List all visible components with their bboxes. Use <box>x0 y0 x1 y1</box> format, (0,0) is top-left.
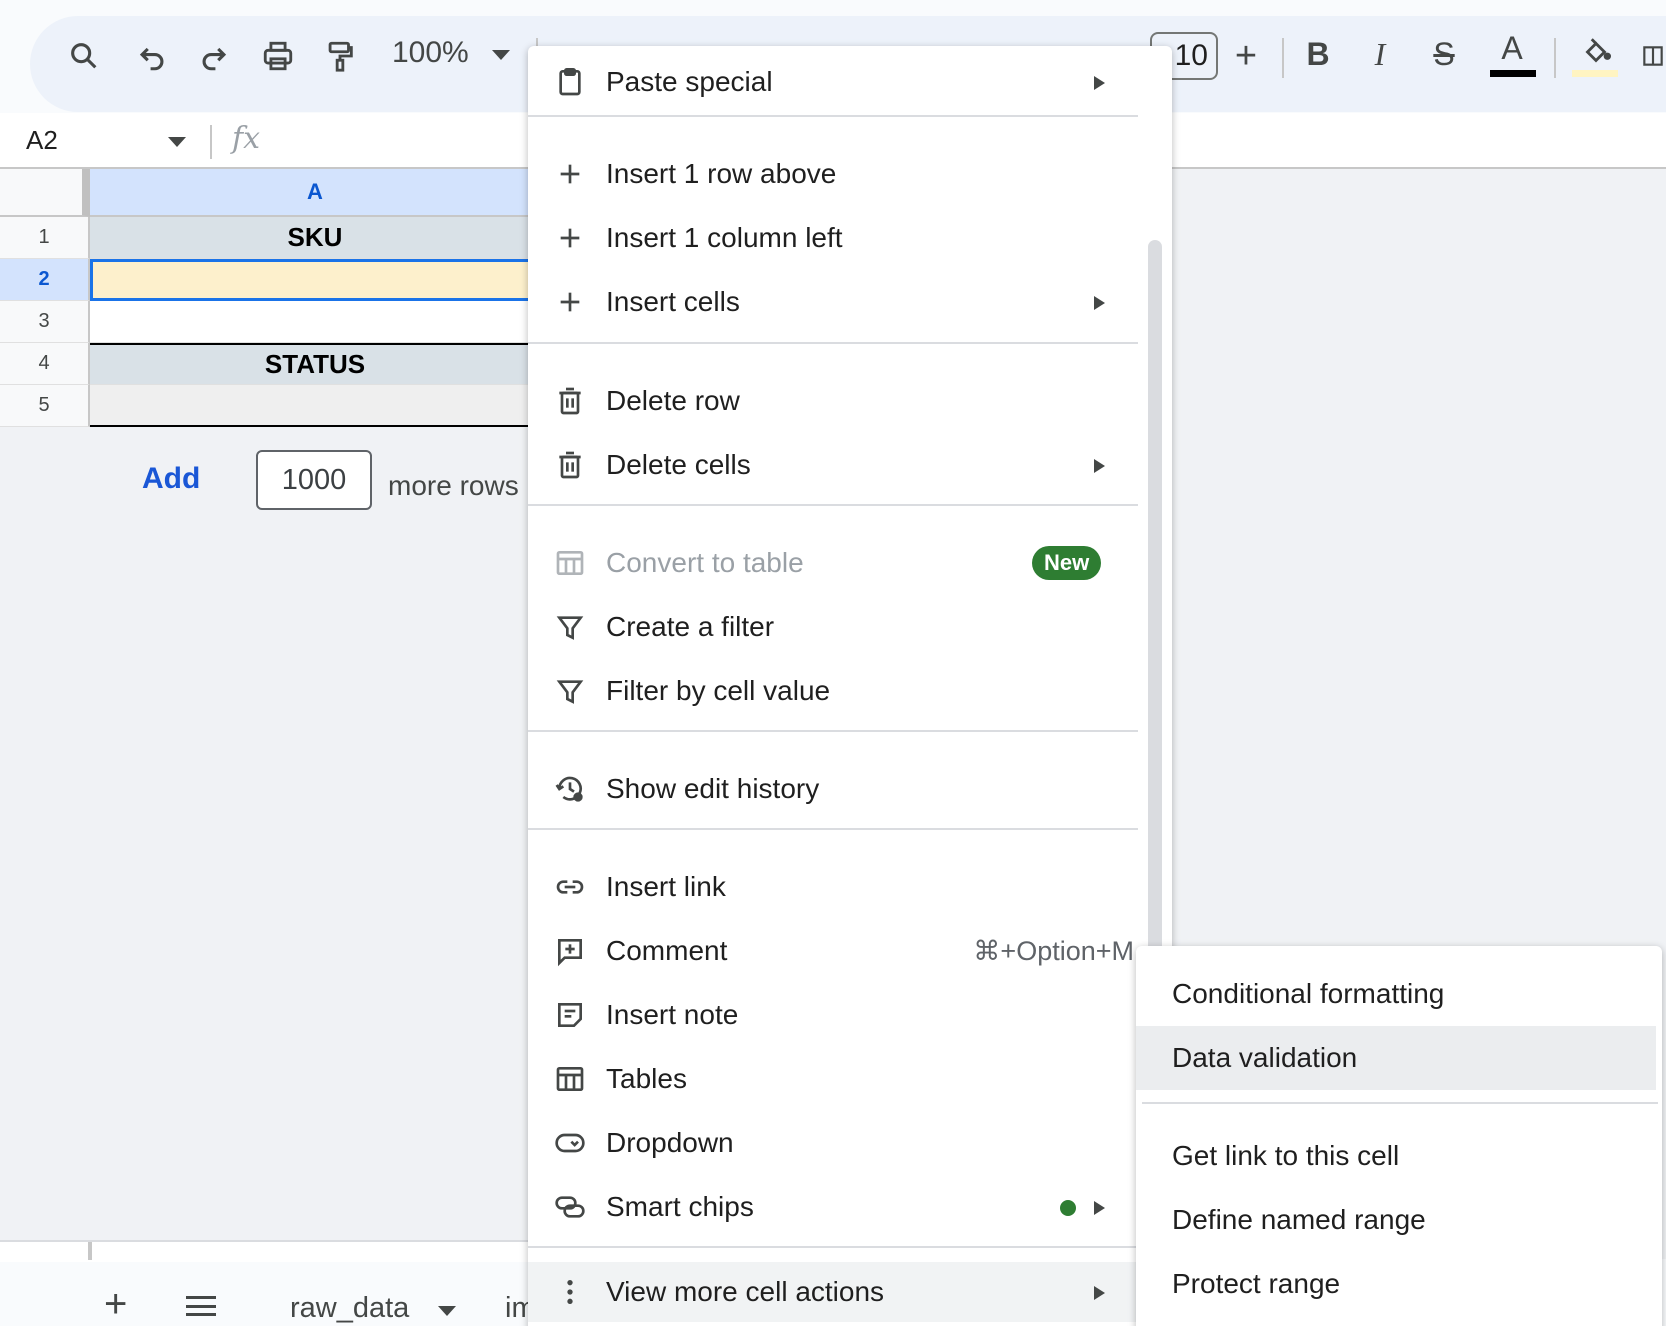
filter-icon <box>552 609 588 645</box>
trash-icon <box>552 447 588 483</box>
status-dot <box>1060 1200 1076 1216</box>
menu-item-insert-link[interactable]: Insert link <box>528 857 1148 917</box>
menu-item-tables[interactable]: Tables <box>528 1049 1148 1109</box>
menu-divider <box>528 504 1138 506</box>
comment-shortcut: ⌘+Option+M <box>973 935 1134 966</box>
menu-divider <box>528 828 1138 830</box>
cell-a5[interactable] <box>90 385 540 427</box>
clipboard-icon <box>552 64 588 100</box>
sheet-tab-raw-data[interactable]: raw_data <box>290 1292 409 1325</box>
add-rows-count-input[interactable]: 1000 <box>256 450 372 510</box>
menu-divider <box>528 730 1138 732</box>
menu-divider <box>528 1246 1138 1248</box>
formula-bar-divider <box>210 125 212 159</box>
menu-item-delete-row[interactable]: Delete row <box>528 371 1148 431</box>
submenu-arrow-icon <box>1094 296 1105 310</box>
row-header-5[interactable]: 5 <box>0 385 90 427</box>
add-sheet-icon[interactable]: + <box>104 1284 127 1324</box>
submenu-item-define-named-range[interactable]: Define named range <box>1136 1188 1662 1252</box>
plus-icon <box>552 220 588 256</box>
plus-icon <box>552 284 588 320</box>
plus-icon <box>552 156 588 192</box>
menu-item-convert-to-table: Convert to table New <box>528 533 1148 593</box>
column-header-a[interactable]: A <box>90 169 540 217</box>
menu-item-insert-cells[interactable]: Insert cells <box>528 272 1148 332</box>
scrollbar-thumb[interactable] <box>88 1242 92 1260</box>
row-header-2[interactable]: 2 <box>0 259 90 301</box>
print-icon[interactable] <box>256 34 300 78</box>
undo-icon[interactable] <box>130 34 174 78</box>
cell-actions-submenu: Conditional formatting Data validation G… <box>1136 946 1662 1326</box>
name-box[interactable]: A2 <box>26 125 58 156</box>
more-rows-label: more rows <box>388 470 519 501</box>
history-icon <box>552 771 588 807</box>
row-header-4[interactable]: 4 <box>0 343 90 385</box>
submenu-arrow-icon <box>1094 1201 1105 1215</box>
cell-a3[interactable] <box>90 301 540 343</box>
cell-a4[interactable]: STATUS <box>90 343 540 385</box>
menu-item-create-filter[interactable]: Create a filter <box>528 597 1148 657</box>
borders-icon[interactable] <box>1640 34 1666 78</box>
fill-color-icon[interactable] <box>1574 30 1618 74</box>
zoom-select[interactable]: 100% <box>392 36 469 70</box>
fill-color-swatch <box>1572 70 1618 77</box>
menu-divider <box>528 115 1138 117</box>
menu-item-paste-special[interactable]: Paste special <box>528 52 1148 112</box>
note-icon <box>552 997 588 1033</box>
submenu-item-conditional-formatting[interactable]: Conditional formatting <box>1136 962 1662 1026</box>
menu-item-delete-cells[interactable]: Delete cells <box>528 435 1148 495</box>
menu-item-insert-row-above[interactable]: Insert 1 row above <box>528 144 1148 204</box>
new-badge: New <box>1032 546 1102 580</box>
menu-item-filter-by-cell-value[interactable]: Filter by cell value <box>528 661 1148 721</box>
menu-item-insert-column-left[interactable]: Insert 1 column left <box>528 208 1148 268</box>
search-icon[interactable] <box>62 34 106 78</box>
italic-button[interactable]: I <box>1360 36 1400 73</box>
redo-icon[interactable] <box>192 34 236 78</box>
fx-icon: fx <box>232 121 261 156</box>
horizontal-scrollbar[interactable] <box>0 1240 540 1262</box>
submenu-arrow-icon <box>1094 1286 1105 1300</box>
table-icon <box>552 1061 588 1097</box>
text-color-button[interactable]: A <box>1492 30 1532 67</box>
paint-format-icon[interactable] <box>318 34 362 78</box>
chevron-down-icon[interactable] <box>438 1306 456 1316</box>
submenu-arrow-icon <box>1094 459 1105 473</box>
trash-icon <box>552 383 588 419</box>
context-menu: Paste special Insert 1 row above Insert … <box>528 46 1172 1326</box>
smart-chips-icon <box>552 1189 588 1225</box>
cell-a1[interactable]: SKU <box>90 217 540 259</box>
row-header-3[interactable]: 3 <box>0 301 90 343</box>
link-icon <box>552 869 588 905</box>
menu-item-comment[interactable]: Comment ⌘+Option+M <box>528 921 1148 981</box>
menu-divider <box>528 342 1138 344</box>
menu-item-view-more-cell-actions[interactable]: View more cell actions <box>528 1262 1172 1322</box>
submenu-arrow-icon <box>1094 76 1105 90</box>
submenu-item-data-validation[interactable]: Data validation <box>1136 1026 1656 1090</box>
submenu-item-protect-range[interactable]: Protect range <box>1136 1252 1662 1316</box>
menu-item-dropdown[interactable]: Dropdown <box>528 1113 1148 1173</box>
bold-button[interactable]: B <box>1298 36 1338 73</box>
toolbar-divider <box>1554 38 1556 78</box>
all-sheets-icon[interactable] <box>186 1296 216 1316</box>
text-color-swatch <box>1490 70 1536 77</box>
menu-item-insert-note[interactable]: Insert note <box>528 985 1148 1045</box>
select-all-corner[interactable] <box>0 169 90 217</box>
add-rows-button[interactable]: Add <box>142 462 200 496</box>
strikethrough-button[interactable]: S <box>1424 36 1464 73</box>
row-header-1[interactable]: 1 <box>0 217 90 259</box>
toolbar-divider <box>1282 38 1284 78</box>
cell-a2[interactable] <box>90 259 540 301</box>
filter-icon <box>552 673 588 709</box>
chevron-down-icon[interactable] <box>492 50 510 60</box>
table-icon <box>552 545 588 581</box>
more-vert-icon <box>552 1274 588 1310</box>
submenu-divider <box>1142 1102 1658 1104</box>
comment-icon <box>552 933 588 969</box>
chevron-down-icon[interactable] <box>168 137 186 147</box>
menu-item-show-edit-history[interactable]: Show edit history <box>528 759 1148 819</box>
dropdown-icon <box>552 1125 588 1161</box>
menu-item-smart-chips[interactable]: Smart chips <box>528 1177 1148 1237</box>
submenu-item-get-link[interactable]: Get link to this cell <box>1136 1124 1662 1188</box>
increase-font-size-icon[interactable]: + <box>1226 34 1266 78</box>
